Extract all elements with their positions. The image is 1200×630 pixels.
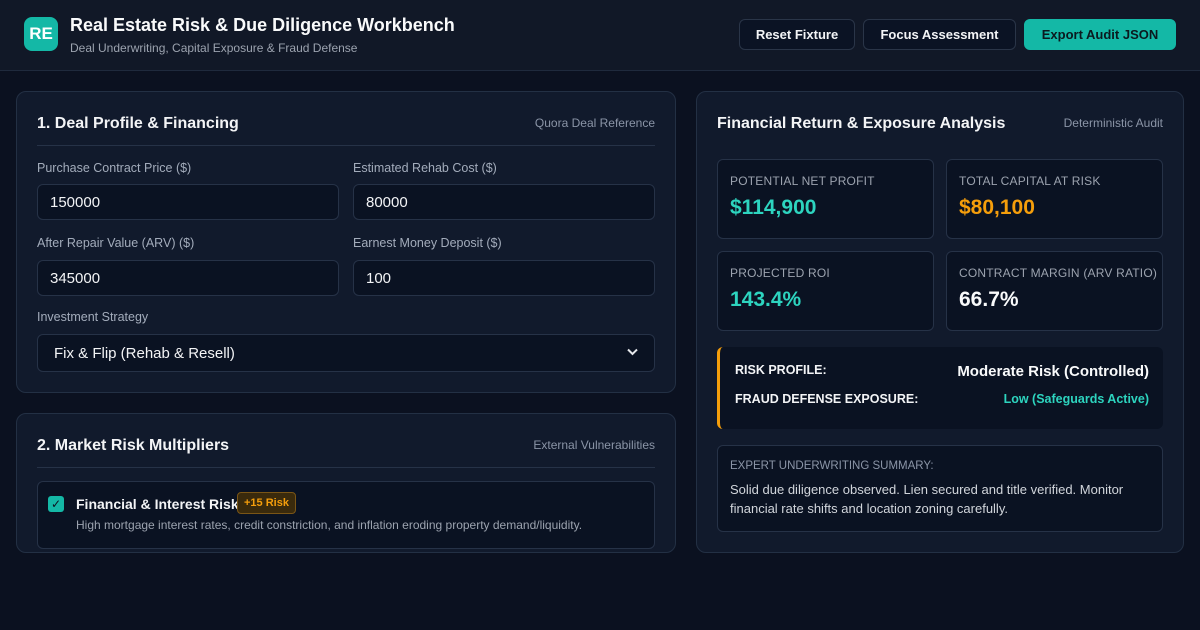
risk-profile-label: RISK PROFILE: xyxy=(735,363,827,377)
market-risk-tag: External Vulnerabilities xyxy=(533,438,655,452)
underwriting-summary: EXPERT UNDERWRITING SUMMARY: Solid due d… xyxy=(717,445,1163,532)
metric-label: POTENTIAL NET PROFIT xyxy=(730,174,875,188)
export-audit-json-button[interactable]: Export Audit JSON xyxy=(1024,19,1176,50)
reset-fixture-button[interactable]: Reset Fixture xyxy=(739,19,855,50)
deal-profile-title: 1. Deal Profile & Financing xyxy=(37,115,239,132)
deal-profile-card: 1. Deal Profile & Financing Quora Deal R… xyxy=(16,91,676,393)
risk-weight-badge: +15 Risk xyxy=(237,492,296,514)
metric-label: PROJECTED ROI xyxy=(730,266,830,280)
divider xyxy=(37,467,655,468)
chevron-down-icon xyxy=(627,347,638,359)
metric-label: CONTRACT MARGIN (ARV RATIO) xyxy=(959,266,1158,280)
contract-margin-metric: CONTRACT MARGIN (ARV RATIO) 66.7% xyxy=(946,251,1163,331)
capital-at-risk-metric: TOTAL CAPITAL AT RISK $80,100 xyxy=(946,159,1163,239)
roi-metric: PROJECTED ROI 143.4% xyxy=(717,251,934,331)
divider xyxy=(37,145,655,146)
app-subtitle: Deal Underwriting, Capital Exposure & Fr… xyxy=(70,41,358,55)
earnest-money-input[interactable]: 100 xyxy=(353,260,655,296)
net-profit-metric: POTENTIAL NET PROFIT $114,900 xyxy=(717,159,934,239)
risk-option-name: Financial & Interest Risk xyxy=(76,496,239,512)
risk-profile-value: Moderate Risk (Controlled) xyxy=(957,363,1149,380)
market-risk-title: 2. Market Risk Multipliers xyxy=(37,437,230,454)
deal-profile-tag: Quora Deal Reference xyxy=(534,116,655,130)
arv-input[interactable]: 345000 xyxy=(37,260,339,296)
analysis-card: Financial Return & Exposure Analysis Det… xyxy=(696,91,1184,553)
app-logo: RE xyxy=(24,17,58,51)
market-risk-card: 2. Market Risk Multipliers External Vuln… xyxy=(16,413,676,553)
purchase-price-label: Purchase Contract Price ($) xyxy=(37,161,192,175)
fraud-exposure-value: Low (Safeguards Active) xyxy=(1003,392,1149,406)
analysis-tag: Deterministic Audit xyxy=(1063,116,1163,130)
metric-value: $114,900 xyxy=(730,196,817,219)
earnest-money-label: Earnest Money Deposit ($) xyxy=(353,236,502,250)
investment-strategy-label: Investment Strategy xyxy=(37,310,149,324)
fraud-exposure-label: FRAUD DEFENSE EXPOSURE: xyxy=(735,392,919,406)
app-header: RE Real Estate Risk & Due Diligence Work… xyxy=(0,0,1200,71)
purchase-price-input[interactable]: 150000 xyxy=(37,184,339,220)
app-title: Real Estate Risk & Due Diligence Workben… xyxy=(70,15,455,35)
summary-text: Solid due diligence observed. Lien secur… xyxy=(730,482,1124,516)
arv-label: After Repair Value (ARV) ($) xyxy=(37,236,195,250)
summary-label: EXPERT UNDERWRITING SUMMARY: xyxy=(730,460,934,472)
metric-label: TOTAL CAPITAL AT RISK xyxy=(959,174,1101,188)
rehab-cost-label: Estimated Rehab Cost ($) xyxy=(353,161,497,175)
risk-option-description: High mortgage interest rates, credit con… xyxy=(76,518,583,532)
risk-profile-panel: RISK PROFILE: Moderate Risk (Controlled)… xyxy=(717,347,1163,429)
risk-checkbox[interactable]: ✓ xyxy=(48,496,64,512)
metric-value: $80,100 xyxy=(959,196,1035,219)
metric-value: 143.4% xyxy=(730,288,802,311)
focus-assessment-button[interactable]: Focus Assessment xyxy=(863,19,1016,50)
metric-value: 66.7% xyxy=(959,288,1019,311)
investment-strategy-select[interactable]: Fix & Flip (Rehab & Resell) xyxy=(37,334,655,372)
risk-option-financial-interest[interactable]: ✓ Financial & Interest Risk +15 Risk Hig… xyxy=(37,481,655,549)
investment-strategy-value: Fix & Flip (Rehab & Resell) xyxy=(54,344,235,362)
analysis-title: Financial Return & Exposure Analysis xyxy=(717,115,1006,132)
rehab-cost-input[interactable]: 80000 xyxy=(353,184,655,220)
